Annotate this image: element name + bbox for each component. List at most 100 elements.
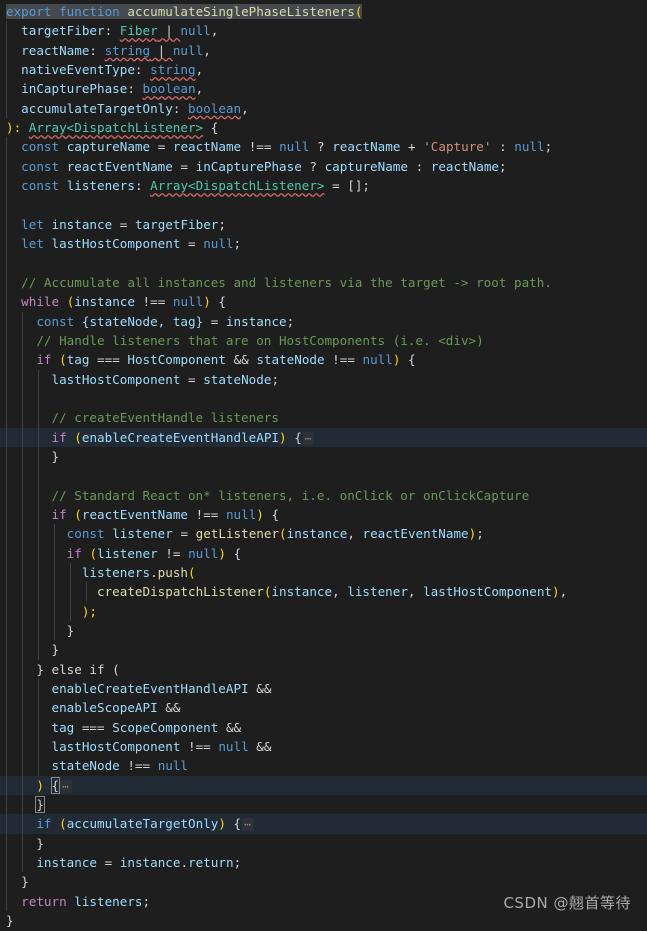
code-line-5[interactable]: inCapturePhase: boolean, xyxy=(0,79,647,99)
token-operator: && xyxy=(225,719,242,735)
code-line-23[interactable]: if (enableCreateEventHandleAPI) {⋯ xyxy=(0,427,647,447)
code-line-34[interactable]: } xyxy=(0,640,647,660)
token-control: if xyxy=(51,506,67,522)
code-line-38[interactable]: tag === ScopeComponent && xyxy=(0,717,647,738)
token-argument: instance xyxy=(286,526,348,542)
token-operator: !== xyxy=(195,506,219,522)
token-variable: captureName xyxy=(324,158,408,174)
code-line-19[interactable]: if (tag === HostComponent && stateNode !… xyxy=(0,350,647,370)
token-type: Fiber xyxy=(119,23,158,39)
token-operator: && xyxy=(256,739,272,755)
token-operator: !== xyxy=(248,139,272,155)
token-argument: instance xyxy=(271,584,333,600)
token-operator: === xyxy=(81,719,105,735)
code-line-26[interactable]: // Standard React on* listeners, i.e. on… xyxy=(0,485,647,505)
code-line-25[interactable] xyxy=(0,466,647,486)
token-null: null xyxy=(180,23,211,39)
code-line-40[interactable]: stateNode !== null xyxy=(0,756,647,776)
token-control: while xyxy=(21,294,60,310)
code-line-24[interactable]: } xyxy=(0,446,647,467)
code-line-39[interactable]: lastHostComponent !== null && xyxy=(0,737,647,757)
token-variable: reactEventName xyxy=(81,506,189,522)
token-null: null xyxy=(188,545,219,561)
code-line-44[interactable]: } xyxy=(0,833,647,854)
code-line-8[interactable]: const captureName = reactName !== null ?… xyxy=(0,137,647,157)
token-comma: , xyxy=(195,62,204,78)
token-type: string xyxy=(104,42,151,58)
code-line-47[interactable]: return listeners; xyxy=(0,891,647,912)
token-variable: listener xyxy=(112,526,173,542)
token-semicolon: ; xyxy=(233,855,242,871)
token-variable: instance xyxy=(36,855,98,871)
code-line-2[interactable]: targetFiber: Fiber | null, xyxy=(0,21,647,41)
token-variable: reactEventName xyxy=(66,158,173,174)
code-line-37[interactable]: enableScopeAPI && xyxy=(0,698,647,718)
token-keyword: const xyxy=(21,139,60,155)
code-line-29[interactable]: if (listener != null) { xyxy=(0,543,647,563)
folded-region-marker[interactable]: ⋯ xyxy=(60,779,72,793)
folded-region-marker[interactable]: ⋯ xyxy=(302,431,315,445)
code-line-17[interactable]: const {stateNode, tag} = instance; xyxy=(0,311,647,331)
token-null: null xyxy=(218,739,249,755)
code-line-35[interactable]: } else if ( xyxy=(0,659,647,680)
code-line-21[interactable] xyxy=(0,388,647,409)
code-line-14[interactable] xyxy=(0,253,647,273)
code-line-42[interactable]: } xyxy=(0,795,647,815)
code-line-48[interactable]: } xyxy=(0,911,647,930)
token-variable: enableCreateEventHandleAPI xyxy=(81,429,279,445)
code-line-33[interactable]: } xyxy=(0,621,647,641)
folded-region-marker[interactable]: ⋯ xyxy=(242,818,254,832)
code-line-1[interactable]: export function accumulateSinglePhaseLis… xyxy=(0,2,647,21)
code-line-10[interactable]: const listeners: Array<DispatchListener>… xyxy=(0,176,647,196)
code-editor[interactable]: export function accumulateSinglePhaseLis… xyxy=(0,0,647,930)
token-destructure: {stateNode, tag} xyxy=(81,313,204,329)
token-type: boolean xyxy=(142,81,196,97)
code-line-20[interactable]: lastHostComponent = stateNode; xyxy=(0,369,647,389)
token-comment: // createEventHandle listeners xyxy=(51,410,279,426)
token-operator: !== xyxy=(127,758,151,774)
code-line-4[interactable]: nativeEventType: string, xyxy=(0,60,647,80)
code-line-7[interactable]: ): Array<DispatchListener> { xyxy=(0,118,647,137)
code-line-43[interactable]: if (accumulateTargetOnly) {⋯ xyxy=(0,814,647,834)
code-line-41[interactable]: ) {⋯ xyxy=(0,775,647,796)
code-line-3[interactable]: reactName: string | null, xyxy=(0,40,647,61)
token-param: reactName xyxy=(21,42,90,58)
code-line-45[interactable]: instance = instance.return; xyxy=(0,853,647,873)
token-ternary: : xyxy=(415,158,424,174)
token-close-brace: } xyxy=(21,874,29,890)
token-semicolon: ; xyxy=(218,216,226,232)
token-keyword: export xyxy=(6,4,52,19)
token-variable: enableCreateEventHandleAPI xyxy=(51,681,249,697)
token-comment: // Handle listeners that are on HostComp… xyxy=(36,332,484,348)
token-operator: && xyxy=(256,681,272,697)
token-comma: , xyxy=(203,42,211,58)
token-comment: // Accumulate all instances and listener… xyxy=(21,274,552,290)
token-variable: captureName xyxy=(66,139,151,155)
code-line-12[interactable]: let instance = targetFiber; xyxy=(0,214,647,235)
token-type: Array<DispatchListener> xyxy=(150,178,325,194)
token-variable: instance xyxy=(74,294,135,310)
code-line-31[interactable]: createDispatchListener(instance, listene… xyxy=(0,582,647,602)
code-line-18[interactable]: // Handle listeners that are on HostComp… xyxy=(0,330,647,351)
code-line-15[interactable]: // Accumulate all instances and listener… xyxy=(0,272,647,293)
code-line-9[interactable]: const reactEventName = inCapturePhase ? … xyxy=(0,156,647,177)
code-line-28[interactable]: const listener = getListener(instance, r… xyxy=(0,524,647,544)
token-operator: === xyxy=(97,352,120,368)
token-control: if xyxy=(51,429,67,445)
code-line-30[interactable]: listeners.push( xyxy=(0,562,647,583)
code-line-32[interactable]: ); xyxy=(0,601,647,621)
token-keyword: let xyxy=(21,216,44,232)
code-line-27[interactable]: if (reactEventName !== null) { xyxy=(0,504,647,525)
token-close-paren: ): xyxy=(6,120,29,136)
code-line-13[interactable]: let lastHostComponent = null; xyxy=(0,234,647,254)
code-line-6[interactable]: accumulateTargetOnly: boolean, xyxy=(0,98,647,119)
token-variable: inCapturePhase xyxy=(195,158,302,174)
token-variable: lastHostComponent xyxy=(51,236,181,252)
code-line-22[interactable]: // createEventHandle listeners xyxy=(0,408,647,428)
code-line-46[interactable]: } xyxy=(0,872,647,892)
code-line-11[interactable] xyxy=(0,195,647,215)
code-line-36[interactable]: enableCreateEventHandleAPI && xyxy=(0,679,647,699)
token-keyword: const xyxy=(66,526,105,542)
token-keyword: const xyxy=(21,178,60,194)
code-line-16[interactable]: while (instance !== null) { xyxy=(0,292,647,312)
